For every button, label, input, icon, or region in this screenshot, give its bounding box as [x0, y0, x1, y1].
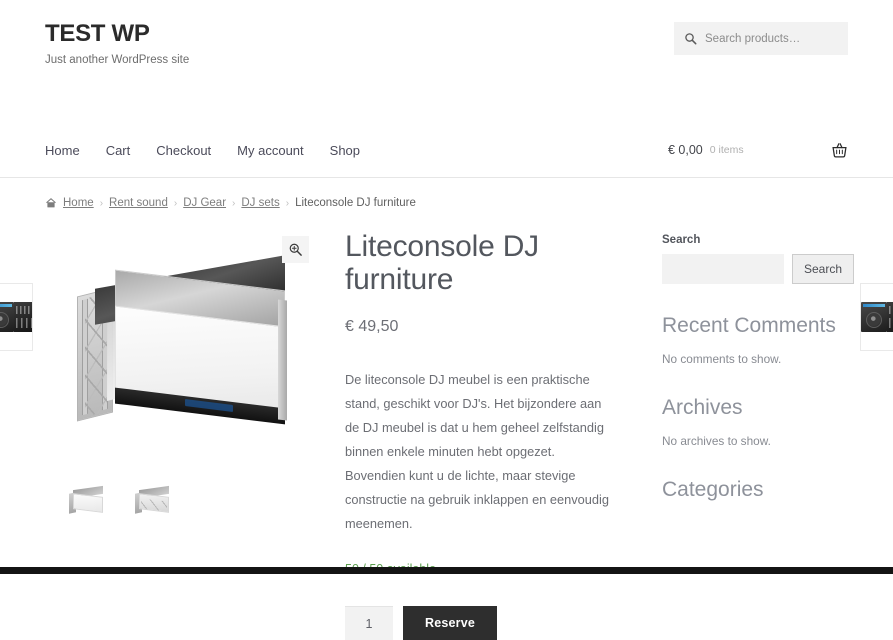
carousel-thumbnail-right[interactable] [860, 283, 893, 351]
product-detail: Liteconsole DJ furniture € 49,50 De lite… [45, 208, 645, 640]
widget-search: Search Search [662, 234, 855, 284]
widget-categories: Categories [662, 478, 848, 502]
widget-title-recent-comments: Recent Comments [662, 314, 836, 337]
dj-gear-icon [861, 302, 893, 332]
widget-archives: Archives No archives to show. [662, 396, 848, 448]
product-search-box[interactable] [674, 22, 848, 55]
breadcrumb-separator: › [285, 197, 290, 209]
magnifier-plus-icon [289, 243, 302, 256]
site-title[interactable]: TEST WP [45, 20, 189, 48]
sidebar-search-form: Search [662, 254, 855, 284]
search-icon [685, 33, 697, 45]
nav-item-shop[interactable]: Shop [330, 144, 360, 157]
carousel-thumbnail-left[interactable] [0, 283, 33, 351]
reserve-button[interactable]: Reserve [403, 606, 498, 640]
product-gallery [45, 230, 315, 640]
product-main-image[interactable] [45, 230, 315, 450]
sidebar: Search Search Recent Comments No comment… [662, 208, 855, 532]
product-search-input[interactable] [705, 32, 838, 45]
breadcrumb: Home › Rent sound › DJ Gear › DJ sets › … [0, 178, 893, 209]
product-thumbnail[interactable] [63, 480, 111, 522]
quantity-input[interactable] [345, 606, 393, 640]
search-widget-label: Search [662, 234, 701, 246]
site-tagline: Just another WordPress site [45, 53, 190, 66]
nav-item-home[interactable]: Home [45, 144, 80, 157]
site-branding: TEST WP Just another WordPress site [45, 20, 189, 67]
product-thumbnail[interactable] [129, 480, 177, 522]
nav-item-my-account[interactable]: My account [237, 144, 303, 157]
product-title: Liteconsole DJ furniture [345, 230, 539, 296]
site-header: TEST WP Just another WordPress site [0, 0, 893, 122]
add-to-cart-form: Reserve [345, 606, 615, 640]
product-thumbnails [45, 480, 315, 522]
footer-band [0, 567, 893, 574]
product-summary: Liteconsole DJ furniture € 49,50 De lite… [315, 230, 615, 640]
image-zoom-button[interactable] [282, 236, 309, 263]
recent-comments-empty: No comments to show. [662, 352, 782, 367]
widget-title-categories: Categories [662, 478, 764, 502]
dj-booth-illustration [77, 255, 287, 425]
cart-summary[interactable]: € 0,00 0 items [668, 122, 848, 178]
primary-menu: Home Cart Checkout My account Shop [45, 122, 360, 178]
nav-item-cart[interactable]: Cart [106, 144, 131, 157]
nav-item-checkout[interactable]: Checkout [156, 144, 211, 157]
product-description: De liteconsole DJ meubel is een praktisc… [345, 372, 609, 532]
sidebar-search-input[interactable] [662, 254, 784, 284]
archives-empty: No archives to show. [662, 434, 771, 449]
shopping-basket-icon[interactable] [831, 142, 848, 159]
breadcrumb-separator: › [173, 197, 178, 209]
primary-navigation-bar: Home Cart Checkout My account Shop € 0,0… [0, 122, 893, 178]
dj-gear-icon [0, 302, 32, 332]
breadcrumb-separator: › [232, 197, 236, 209]
cart-item-count: 0 items [709, 144, 744, 156]
widget-title-archives: Archives [662, 396, 743, 420]
product-price: € 49,50 [345, 318, 399, 335]
main-content: Liteconsole DJ furniture € 49,50 De lite… [0, 208, 893, 640]
breadcrumb-separator: › [99, 197, 104, 209]
cart-total: € 0,00 [668, 143, 703, 157]
sidebar-search-button[interactable]: Search [792, 254, 855, 284]
widget-recent-comments: Recent Comments No comments to show. [662, 314, 848, 366]
